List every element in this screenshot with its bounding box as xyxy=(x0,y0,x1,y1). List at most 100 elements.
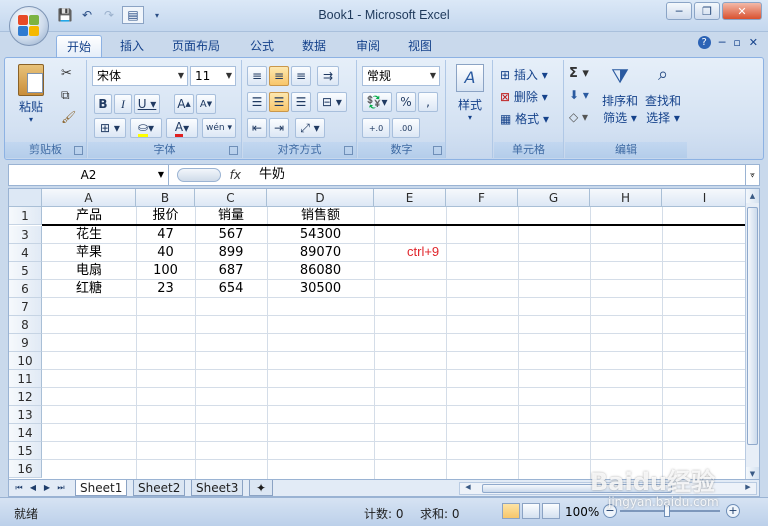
column-header-c[interactable]: C xyxy=(195,189,267,207)
table-cell[interactable]: 苹果 xyxy=(42,244,136,262)
last-sheet-icon[interactable]: ⏭ xyxy=(55,482,67,494)
styles-button[interactable]: A 样式 ▾ xyxy=(451,64,489,122)
row-header[interactable]: 12 xyxy=(9,388,42,406)
cell-c1[interactable]: 销量 xyxy=(195,207,267,225)
align-bottom-button[interactable]: ≡ xyxy=(291,66,311,86)
increase-decimal-button[interactable]: +.0 xyxy=(362,118,390,138)
delete-cells-button[interactable]: ⊠ 删除 ▾ xyxy=(500,88,548,105)
wrap-text-button[interactable]: ⇉ xyxy=(317,66,339,86)
row-header[interactable]: 6 xyxy=(9,280,42,298)
zoom-slider[interactable] xyxy=(620,510,720,512)
office-button[interactable] xyxy=(9,6,49,46)
table-cell[interactable]: 30500 xyxy=(267,280,374,298)
table-cell[interactable]: 899 xyxy=(195,244,267,262)
table-cell[interactable]: 54300 xyxy=(267,226,374,244)
table-cell[interactable]: 86080 xyxy=(267,262,374,280)
column-header-a[interactable]: A xyxy=(42,189,136,207)
table-cell[interactable]: 电扇 xyxy=(42,262,136,280)
font-name-select[interactable]: 宋体 ▼ xyxy=(92,66,188,86)
prev-sheet-icon[interactable]: ◀ xyxy=(27,482,39,494)
table-cell[interactable]: 100 xyxy=(136,262,195,280)
shrink-font-button[interactable]: A ▼ xyxy=(196,94,216,114)
comma-button[interactable]: , xyxy=(418,92,438,112)
orientation-button[interactable]: ⤢ ▾ xyxy=(295,118,325,138)
grow-font-button[interactable]: A ▲ xyxy=(174,94,194,114)
phonetic-button[interactable]: wén ▾ xyxy=(202,118,236,138)
insert-sheet-icon[interactable]: ✦ xyxy=(249,480,273,496)
format-cells-button[interactable]: ▦ 格式 ▾ xyxy=(500,110,549,127)
scroll-up-icon[interactable]: ▲ xyxy=(746,189,759,203)
sheet-tab-2[interactable]: Sheet2 xyxy=(133,480,186,496)
clear-icon[interactable]: ◇ ▾ xyxy=(569,110,588,124)
column-header-h[interactable]: H xyxy=(590,189,662,207)
fill-color-button[interactable]: ⛀ ▾ xyxy=(130,118,162,138)
format-painter-icon[interactable]: 🖌 xyxy=(61,110,76,124)
paste-button[interactable]: 粘贴 ▾ xyxy=(13,64,49,124)
restore-button[interactable]: ❐ xyxy=(694,2,720,20)
column-header-i[interactable]: I xyxy=(662,189,748,207)
vertical-scroll-thumb[interactable] xyxy=(747,207,758,445)
tab-home[interactable]: 开始 xyxy=(56,35,103,57)
row-header[interactable]: 1 xyxy=(9,207,42,225)
formula-content[interactable]: 牛奶 xyxy=(259,165,285,185)
workbook-close-icon[interactable]: ✕ xyxy=(749,36,758,49)
tab-view[interactable]: 视图 xyxy=(398,35,442,57)
select-all-corner[interactable] xyxy=(9,189,42,207)
merge-center-button[interactable]: ⊟ ▾ xyxy=(317,92,347,112)
table-cell[interactable]: 654 xyxy=(195,280,267,298)
page-break-preview-icon[interactable] xyxy=(542,503,560,519)
increase-indent-button[interactable]: ⇥ xyxy=(269,118,289,138)
row-header[interactable]: 16 xyxy=(9,460,42,478)
fill-icon[interactable]: ⬇ ▾ xyxy=(569,88,589,102)
first-sheet-icon[interactable]: ⏮ xyxy=(13,482,25,494)
table-cell[interactable]: 40 xyxy=(136,244,195,262)
table-cell[interactable]: 687 xyxy=(195,262,267,280)
tab-insert[interactable]: 插入 xyxy=(110,35,154,57)
workbook-minimize-icon[interactable]: ─ xyxy=(719,36,726,49)
clipboard-launcher-icon[interactable] xyxy=(74,146,83,155)
page-layout-view-icon[interactable] xyxy=(522,503,540,519)
table-cell[interactable]: 567 xyxy=(195,226,267,244)
cell-b1[interactable]: 报价 xyxy=(136,207,195,225)
expand-formula-bar-icon[interactable]: ⩔ xyxy=(745,165,759,185)
align-center-button[interactable]: ☰ xyxy=(269,92,289,112)
table-cell[interactable]: 红糖 xyxy=(42,280,136,298)
sort-filter-button[interactable]: ⧩ 排序和 筛选 ▾ xyxy=(599,64,641,126)
align-right-button[interactable]: ☰ xyxy=(291,92,311,112)
number-format-select[interactable]: 常规 ▼ xyxy=(362,66,440,86)
row-header[interactable]: 9 xyxy=(9,334,42,352)
font-size-select[interactable]: 11 ▼ xyxy=(190,66,236,86)
tab-review[interactable]: 审阅 xyxy=(346,35,390,57)
column-header-d[interactable]: D xyxy=(267,189,374,207)
sheet-tab-3[interactable]: Sheet3 xyxy=(191,480,244,496)
workbook-restore-icon[interactable]: ▫ xyxy=(733,36,740,49)
align-top-button[interactable]: ≡ xyxy=(247,66,267,86)
column-header-b[interactable]: B xyxy=(136,189,195,207)
insert-cells-button[interactable]: ⊞ 插入 ▾ xyxy=(500,66,548,83)
row-header[interactable]: 10 xyxy=(9,352,42,370)
help-icon[interactable]: ? xyxy=(697,36,711,49)
tab-formulas[interactable]: 公式 xyxy=(240,35,284,57)
cut-icon[interactable]: ✂ xyxy=(61,66,72,81)
table-cell[interactable]: 89070 xyxy=(267,244,374,262)
row-header[interactable]: 7 xyxy=(9,298,42,316)
next-sheet-icon[interactable]: ▶ xyxy=(41,482,53,494)
number-launcher-icon[interactable] xyxy=(433,146,442,155)
row-header[interactable]: 4 xyxy=(9,244,42,262)
row-header[interactable]: 3 xyxy=(9,226,42,244)
font-launcher-icon[interactable] xyxy=(229,146,238,155)
row-header[interactable]: 14 xyxy=(9,424,42,442)
cell-d1[interactable]: 销售额 xyxy=(267,207,374,225)
tab-page-layout[interactable]: 页面布局 xyxy=(162,35,230,57)
table-cell[interactable]: 47 xyxy=(136,226,195,244)
table-cell[interactable]: 花生 xyxy=(42,226,136,244)
table-cell[interactable]: 23 xyxy=(136,280,195,298)
align-left-button[interactable]: ☰ xyxy=(247,92,267,112)
name-box-dropdown-icon[interactable]: ▼ xyxy=(158,165,164,185)
scroll-left-icon[interactable]: ◀ xyxy=(462,483,474,494)
font-color-button[interactable]: A ▾ xyxy=(166,118,198,138)
alignment-launcher-icon[interactable] xyxy=(344,146,353,155)
copy-icon[interactable]: ⧉ xyxy=(61,88,70,103)
row-header[interactable]: 13 xyxy=(9,406,42,424)
name-box[interactable]: A2 ▼ xyxy=(9,165,169,185)
